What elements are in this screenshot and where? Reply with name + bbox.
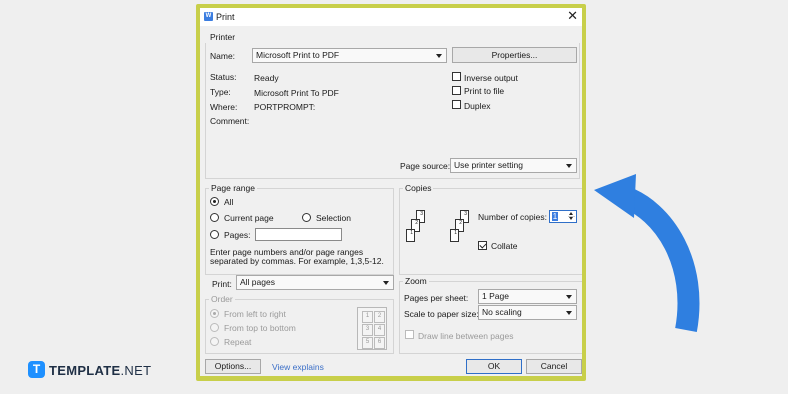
scale-select[interactable]: No scaling bbox=[478, 305, 577, 320]
properties-button[interactable]: Properties... bbox=[452, 47, 577, 63]
collate-label: Collate bbox=[491, 241, 518, 251]
order-preview-icon: 1 2 3 4 5 6 bbox=[357, 307, 387, 350]
current-page-label: Current page bbox=[224, 213, 274, 223]
current-page-radio[interactable] bbox=[210, 213, 219, 222]
status-value: Ready bbox=[254, 73, 279, 83]
left-to-right-label: From left to right bbox=[224, 309, 286, 319]
number-of-copies-value: 1 bbox=[552, 212, 558, 221]
spin-down-icon[interactable] bbox=[568, 217, 575, 222]
app-icon: W bbox=[204, 12, 213, 21]
order-cell: 5 bbox=[362, 337, 373, 349]
cancel-button[interactable]: Cancel bbox=[526, 359, 582, 374]
all-label: All bbox=[224, 197, 234, 207]
print-dialog: W Print ✕ Printer Name: Microsoft Print … bbox=[200, 8, 582, 376]
printer-legend: Printer bbox=[210, 32, 236, 42]
top-to-bottom-radio[interactable] bbox=[210, 323, 219, 332]
printer-name-value: Microsoft Print to PDF bbox=[256, 50, 340, 60]
inverse-output-checkbox[interactable] bbox=[452, 72, 461, 81]
pages-radio[interactable] bbox=[210, 230, 219, 239]
curved-arrow-icon bbox=[594, 174, 700, 332]
order-cell: 1 bbox=[362, 311, 373, 323]
scale-label: Scale to paper size: bbox=[404, 309, 479, 319]
order-cell: 6 bbox=[374, 337, 385, 349]
draw-line-checkbox[interactable] bbox=[405, 330, 414, 339]
dialog-title: Print bbox=[216, 12, 235, 22]
pages-per-sheet-value: 1 Page bbox=[482, 291, 509, 301]
all-radio[interactable] bbox=[210, 197, 219, 206]
type-value: Microsoft Print To PDF bbox=[254, 88, 339, 98]
logo-name: TEMPLATE bbox=[49, 363, 121, 378]
repeat-radio[interactable] bbox=[210, 337, 219, 346]
order-cell: 4 bbox=[374, 324, 385, 336]
print-to-file-label: Print to file bbox=[464, 86, 505, 96]
print-select[interactable]: All pages bbox=[236, 275, 394, 290]
page-source-label: Page source: bbox=[400, 161, 451, 171]
printer-name-select[interactable]: Microsoft Print to PDF bbox=[252, 48, 447, 63]
zoom-legend: Zoom bbox=[403, 276, 429, 286]
collate-checkbox[interactable] bbox=[478, 241, 487, 250]
options-button[interactable]: Options... bbox=[205, 359, 261, 374]
number-of-copies-label: Number of copies: bbox=[478, 212, 547, 222]
chevron-down-icon bbox=[383, 281, 389, 285]
copies-legend: Copies bbox=[403, 183, 434, 193]
order-legend: Order bbox=[209, 294, 235, 304]
logo-text: TEMPLATE.NET bbox=[49, 363, 151, 378]
repeat-label: Repeat bbox=[224, 337, 252, 347]
print-label: Print: bbox=[212, 279, 232, 289]
page-source-value: Use printer setting bbox=[454, 160, 523, 170]
logo-suffix: .NET bbox=[120, 363, 152, 378]
page-icon: 1 bbox=[406, 229, 415, 242]
ok-button[interactable]: OK bbox=[466, 359, 522, 374]
page-icon: 1 bbox=[450, 229, 459, 242]
duplex-checkbox[interactable] bbox=[452, 100, 461, 109]
inverse-output-label: Inverse output bbox=[464, 73, 518, 83]
logo-mark: T bbox=[28, 361, 45, 378]
copies-group bbox=[399, 188, 582, 275]
number-of-copies-spinner[interactable]: 1 bbox=[549, 210, 577, 223]
title-bar: W Print ✕ bbox=[200, 8, 582, 26]
draw-line-label: Draw line between pages bbox=[418, 331, 514, 341]
chevron-down-icon bbox=[566, 311, 572, 315]
order-cell: 2 bbox=[374, 311, 385, 323]
selection-label: Selection bbox=[316, 213, 351, 223]
close-icon[interactable]: ✕ bbox=[567, 9, 578, 23]
chevron-down-icon bbox=[566, 295, 572, 299]
duplex-label: Duplex bbox=[464, 101, 491, 111]
where-value: PORTPROMPT: bbox=[254, 102, 316, 112]
chevron-down-icon bbox=[436, 54, 442, 58]
view-explains-link[interactable]: View explains bbox=[272, 362, 324, 372]
page-range-legend: Page range bbox=[209, 183, 257, 193]
print-to-file-checkbox[interactable] bbox=[452, 86, 461, 95]
page-source-select[interactable]: Use printer setting bbox=[450, 158, 577, 173]
where-label: Where: bbox=[210, 102, 238, 112]
comment-label: Comment: bbox=[210, 116, 250, 126]
top-to-bottom-label: From top to bottom bbox=[224, 323, 296, 333]
pages-input[interactable] bbox=[255, 228, 342, 241]
printer-name-label: Name: bbox=[210, 51, 236, 61]
page-range-hint-2: separated by commas. For example, 1,3,5-… bbox=[210, 256, 384, 266]
scale-value: No scaling bbox=[482, 307, 522, 317]
chevron-down-icon bbox=[566, 164, 572, 168]
pages-label: Pages: bbox=[224, 230, 251, 240]
pages-per-sheet-select[interactable]: 1 Page bbox=[478, 289, 577, 304]
type-label: Type: bbox=[210, 87, 231, 97]
print-select-value: All pages bbox=[240, 277, 275, 287]
selection-radio[interactable] bbox=[302, 213, 311, 222]
left-to-right-radio[interactable] bbox=[210, 309, 219, 318]
status-label: Status: bbox=[210, 72, 237, 82]
pages-per-sheet-label: Pages per sheet: bbox=[404, 293, 469, 303]
order-cell: 3 bbox=[362, 324, 373, 336]
